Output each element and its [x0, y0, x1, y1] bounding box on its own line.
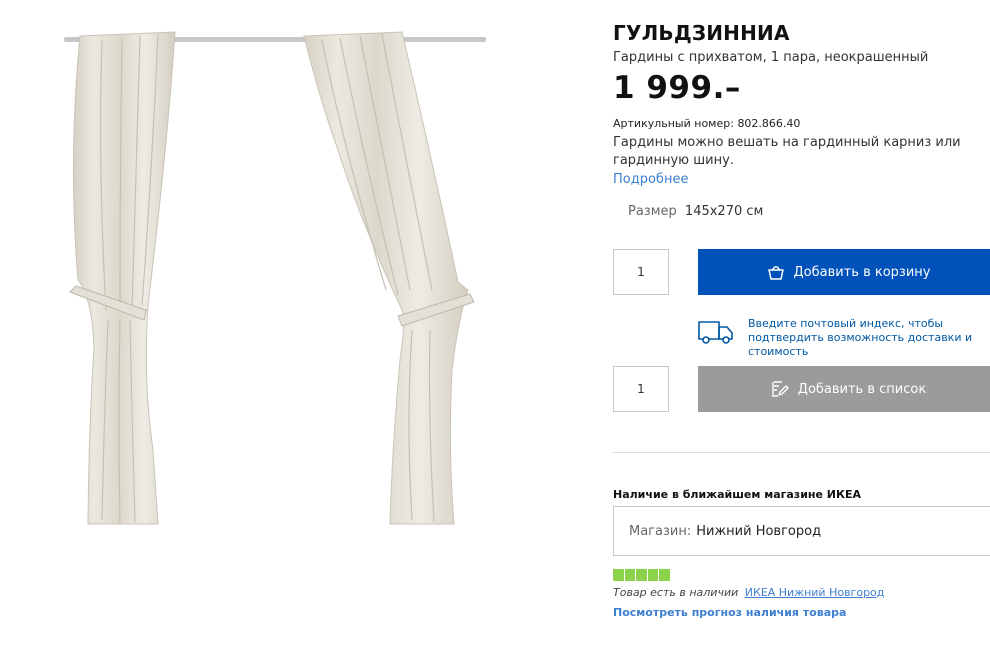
- size-label: Размер: [628, 204, 677, 219]
- add-to-list-button[interactable]: Добавить в список: [698, 366, 990, 412]
- stock-level-segment: [636, 569, 647, 581]
- product-price: 1 999.–: [613, 70, 741, 106]
- product-image: [40, 20, 520, 530]
- article-number: Артикульный номер: 802.866.40: [613, 117, 800, 130]
- stock-level-indicator: [613, 569, 670, 581]
- product-description: Гардины можно вешать на гардинный карниз…: [613, 135, 961, 168]
- more-details-link[interactable]: Подробнее: [613, 172, 688, 187]
- cart-quantity-input[interactable]: [613, 249, 669, 295]
- store-availability-heading: Наличие в ближайшем магазине ИКЕА: [613, 488, 862, 501]
- store-select[interactable]: Магазин: Нижний Новгород: [613, 506, 990, 556]
- size-info: Размер 145x270 см: [628, 204, 763, 219]
- pencil-list-icon: [770, 379, 790, 399]
- right-curtain: [303, 31, 469, 525]
- curtains-illustration: [64, 31, 486, 525]
- add-to-cart-button[interactable]: Добавить в корзину: [698, 249, 990, 295]
- stock-level-segment: [659, 569, 670, 581]
- size-value: 145x270 см: [684, 204, 764, 219]
- stock-level-segment: [613, 569, 624, 581]
- stock-level-segment: [624, 569, 636, 581]
- add-to-list-label: Добавить в список: [797, 381, 927, 397]
- article-label: Артикульный номер:: [613, 117, 734, 130]
- stock-level-segment: [647, 569, 659, 581]
- product-info: ГУЛЬДЗИННИА Гардины с прихватом, 1 пара,…: [613, 0, 990, 645]
- basket-icon: [766, 262, 786, 282]
- add-to-cart-label: Добавить в корзину: [793, 264, 931, 280]
- article-value: 802.866.40: [737, 117, 801, 130]
- delivery-prompt[interactable]: Введите почтовый индекс, чтобы подтверди…: [748, 317, 990, 359]
- availability-forecast-link[interactable]: Посмотреть прогноз наличия товара: [613, 606, 846, 619]
- stock-store-link[interactable]: ИКЕА Нижний Новгород: [745, 586, 885, 599]
- product-subtitle: Гардины с прихватом, 1 пара, неокрашенны…: [613, 50, 929, 65]
- left-curtain: [72, 31, 176, 525]
- list-quantity-input[interactable]: [613, 366, 669, 412]
- stock-status: Товар есть в наличии ИКЕА Нижний Новгоро…: [613, 586, 884, 599]
- truck-icon: [697, 318, 735, 346]
- store-select-label: Магазин:: [629, 523, 692, 539]
- divider: [613, 452, 990, 453]
- product-title: ГУЛЬДЗИННИА: [613, 21, 790, 45]
- stock-status-text: Товар есть в наличии: [613, 586, 739, 599]
- store-select-value: Нижний Новгород: [696, 523, 822, 539]
